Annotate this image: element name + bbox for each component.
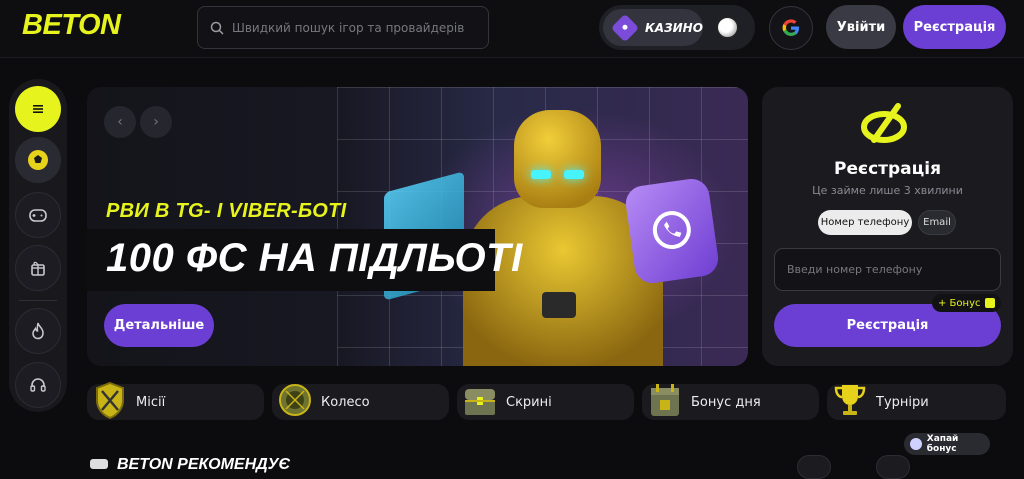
feature-wheel[interactable]: Колесо	[272, 384, 449, 420]
headset-icon	[30, 378, 46, 392]
google-login-button[interactable]	[769, 6, 813, 50]
tab-phone[interactable]: Номер телефону	[818, 210, 912, 235]
registration-title: Реєстрація	[834, 159, 941, 179]
sport-button[interactable]	[15, 137, 61, 183]
section-title: BETON РЕКОМЕНДУЄ	[117, 456, 291, 473]
viber-icon	[623, 176, 721, 286]
mode-casino-label: КАЗИНО	[645, 20, 703, 35]
side-rail	[9, 79, 67, 412]
banner-prev-button[interactable]: ‹	[104, 106, 136, 138]
rail-divider	[19, 300, 57, 301]
soccer-ball-icon[interactable]	[716, 16, 739, 39]
top-header: BETON КАЗИНО Увійти Реєстрація	[0, 0, 1024, 58]
registration-subtitle: Це займе лише 3 хвилини	[812, 184, 963, 197]
grab-bonus-label: Хапай бонус	[926, 434, 959, 454]
beton-emblem-icon	[542, 292, 576, 318]
car-icon	[90, 459, 108, 469]
hamburger-icon	[33, 105, 43, 113]
grab-bonus-chip[interactable]: Хапай бонус	[904, 433, 990, 455]
beton-logo[interactable]: BETON	[22, 9, 121, 42]
registration-card: Реєстрація Це займе лише 3 хвилини Номер…	[762, 87, 1013, 366]
feature-label: Місії	[136, 395, 166, 410]
feature-daily-bonus[interactable]: Бонус дня	[642, 384, 819, 420]
login-button[interactable]: Увійти	[826, 5, 896, 49]
wheel-icon	[279, 384, 311, 416]
robot-head-image	[514, 110, 601, 208]
feature-label: Турніри	[876, 395, 929, 410]
feature-chests[interactable]: Скрині	[457, 384, 634, 420]
search-input[interactable]	[232, 20, 482, 35]
beton-emblem-icon	[861, 103, 907, 143]
feature-label: Колесо	[321, 395, 370, 410]
fire-icon	[32, 322, 44, 340]
section-next-button[interactable]	[876, 455, 910, 479]
trophy-icon	[834, 385, 866, 415]
bonus-badge-label: + Бонус	[938, 297, 981, 309]
mode-toggle: КАЗИНО	[599, 5, 755, 50]
dice-icon	[610, 13, 640, 42]
banner-title: 100 ФС НА ПІДЛЬОТІ	[106, 236, 523, 280]
google-icon	[782, 19, 799, 36]
chest-icon	[465, 389, 495, 415]
chevron-left-icon: ‹	[117, 114, 123, 130]
calendar-gift-icon	[651, 384, 679, 416]
shield-swords-icon	[96, 381, 124, 420]
gift-box-icon	[31, 261, 45, 276]
gift-icon	[910, 438, 922, 450]
banner-details-button[interactable]: Детальніше	[104, 304, 214, 347]
mode-casino-button[interactable]: КАЗИНО	[603, 9, 703, 46]
feature-label: Бонус дня	[691, 395, 761, 410]
support-button[interactable]	[15, 362, 61, 408]
phone-input[interactable]	[774, 248, 1001, 291]
hot-games-button[interactable]	[15, 308, 61, 354]
search-box[interactable]	[197, 6, 489, 49]
banner-next-button[interactable]: ›	[140, 106, 172, 138]
chevron-right-icon: ›	[153, 114, 159, 130]
robot-eye	[564, 170, 584, 179]
shop-button[interactable]	[15, 245, 61, 291]
tab-email[interactable]: Email	[918, 210, 956, 235]
feature-label: Скрині	[506, 395, 552, 410]
gift-icon	[984, 298, 995, 308]
register-button[interactable]: Реєстрація	[903, 5, 1006, 49]
search-icon	[210, 21, 224, 35]
menu-button[interactable]	[15, 86, 61, 132]
bonus-badge: + Бонус	[932, 294, 1001, 312]
games-button[interactable]	[15, 192, 61, 238]
gamepad-icon	[29, 209, 47, 222]
feature-tournaments[interactable]: Турніри	[827, 384, 1006, 420]
soccer-ball-icon	[28, 150, 48, 170]
promo-banner[interactable]: ‹ › РВИ В TG- І VIBER-БОТІ 100 ФС НА ПІД…	[87, 87, 748, 366]
robot-eye	[531, 170, 551, 179]
section-prev-button[interactable]	[797, 455, 831, 479]
feature-missions[interactable]: Місії	[87, 381, 264, 420]
banner-subtitle: РВИ В TG- І VIBER-БОТІ	[106, 200, 347, 222]
